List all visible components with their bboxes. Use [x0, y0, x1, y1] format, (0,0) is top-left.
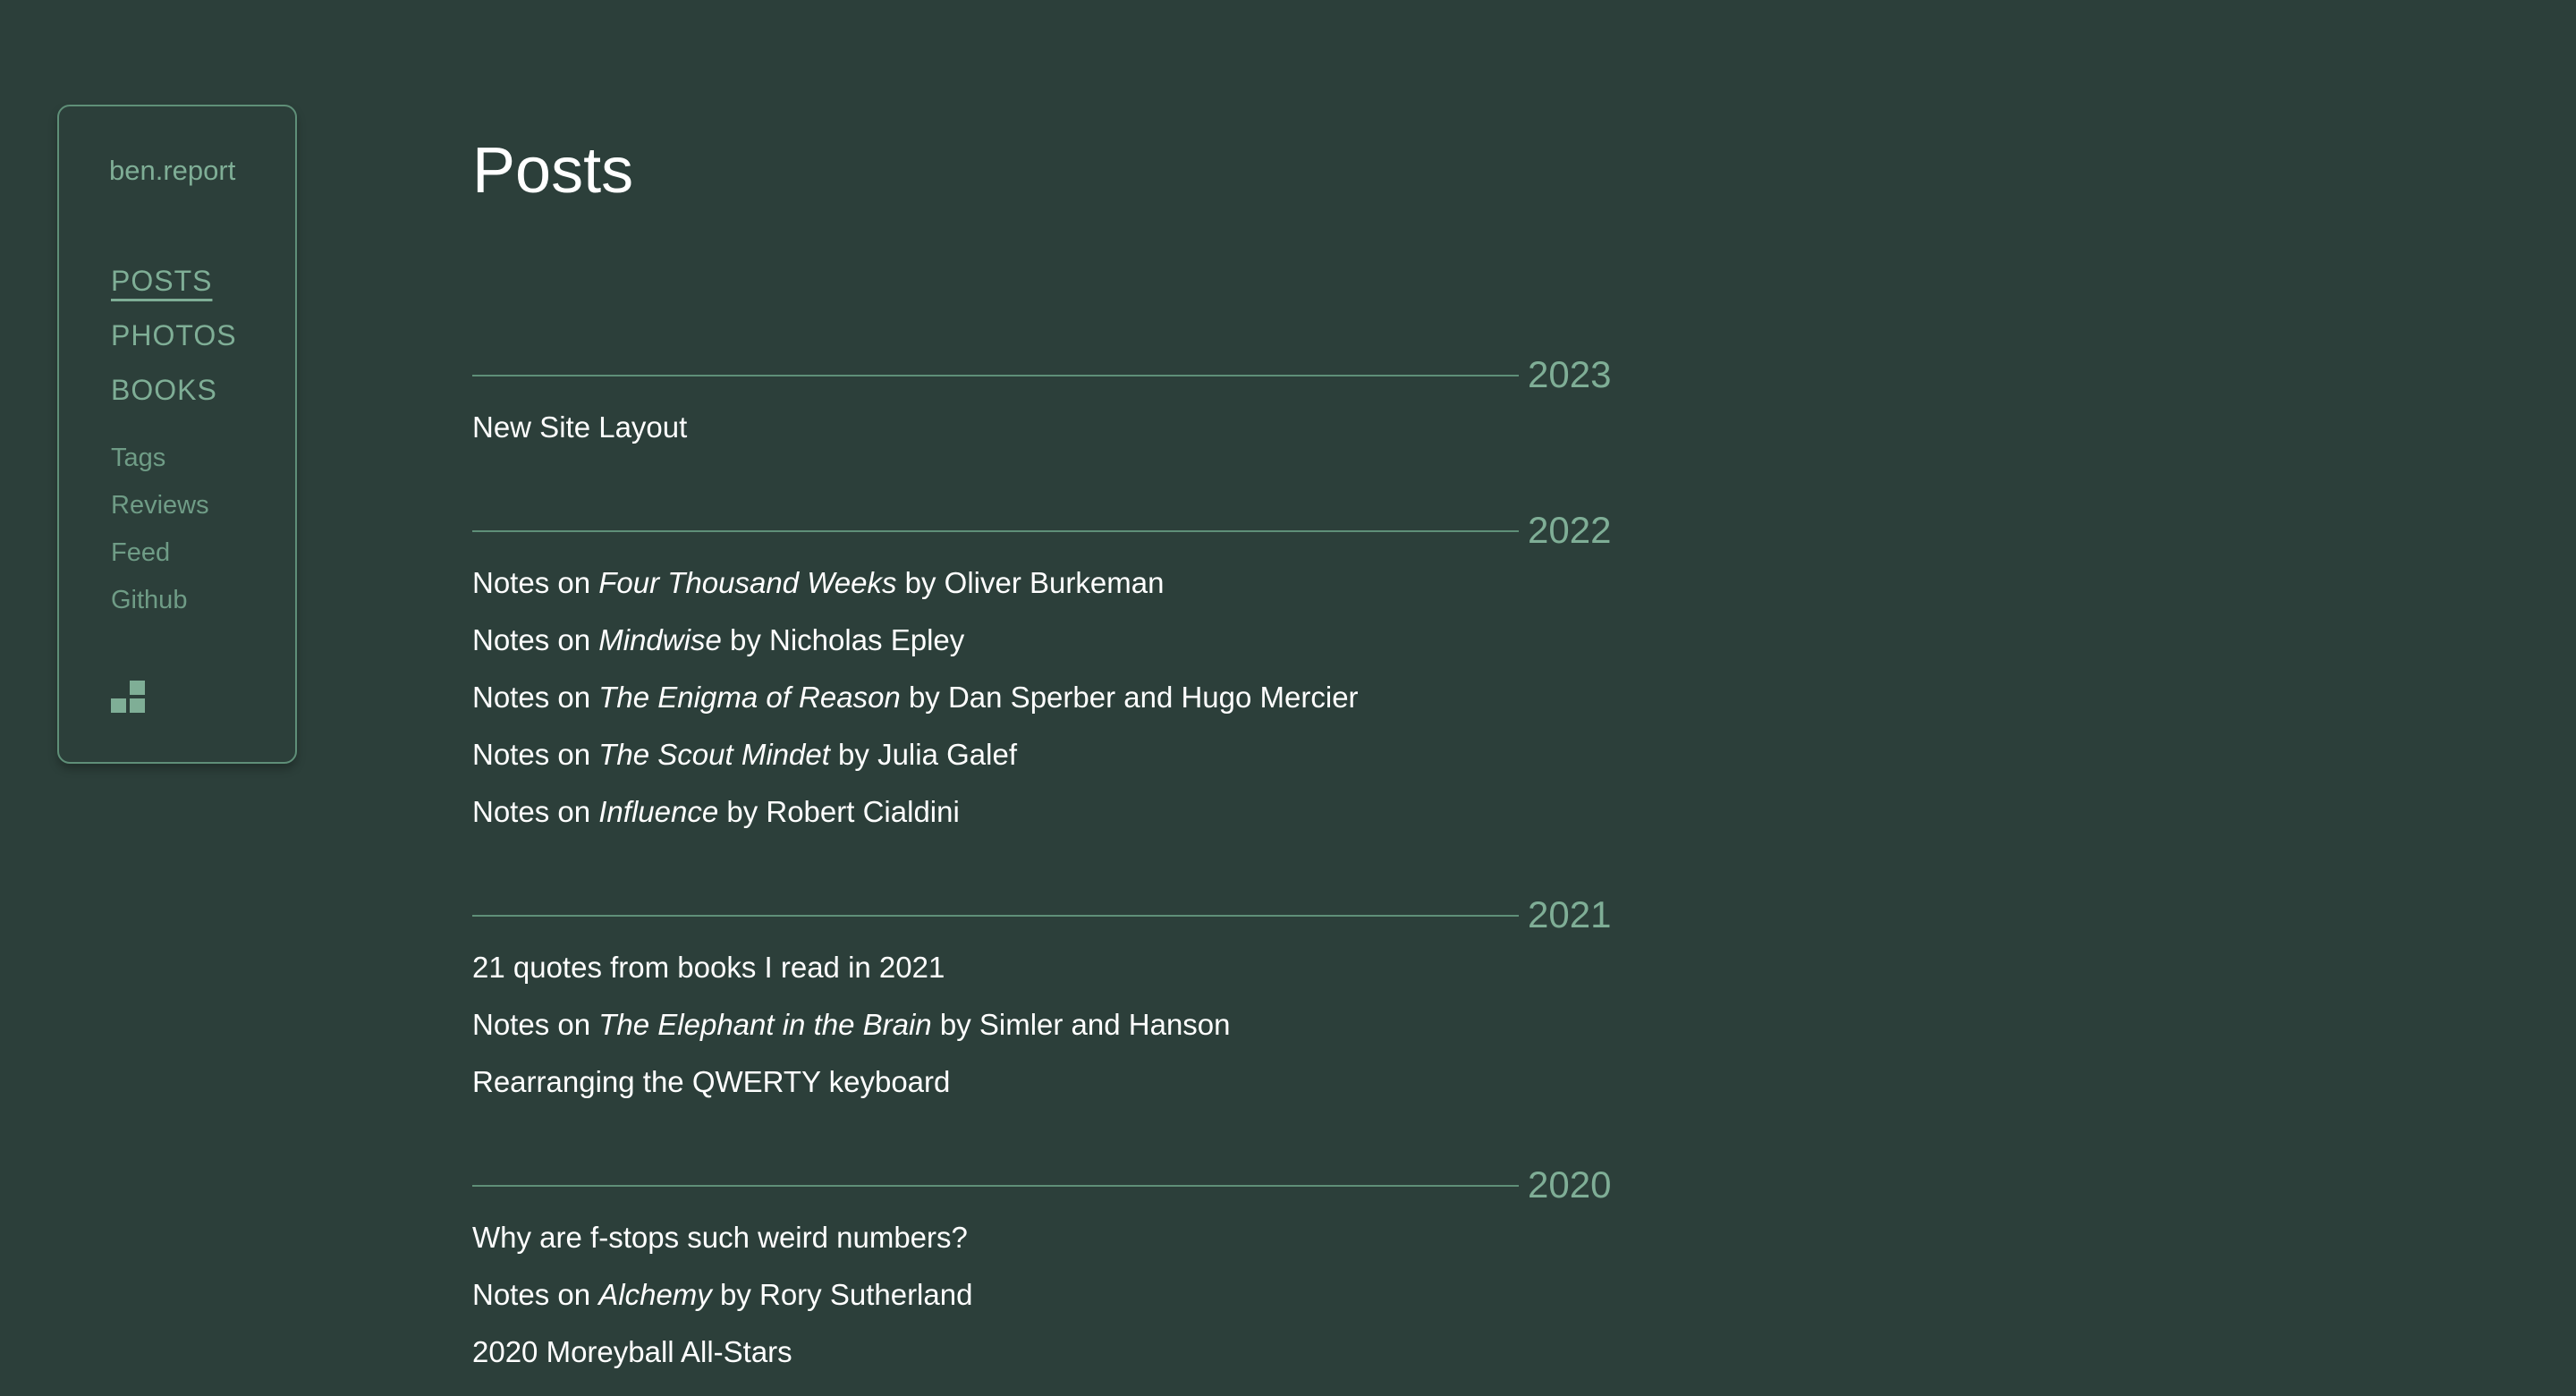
year-divider	[472, 1185, 1519, 1187]
year-divider	[472, 915, 1519, 917]
post-link[interactable]: Notes on Influence by Robert Cialdini	[472, 795, 960, 828]
nav-reviews-link[interactable]: Reviews	[111, 491, 209, 520]
nav-tags-link[interactable]: Tags	[111, 444, 209, 472]
post-link[interactable]: Notes on Four Thousand Weeks by Oliver B…	[472, 566, 1164, 599]
page-title: Posts	[472, 135, 634, 207]
post-link[interactable]: New Site Layout	[472, 410, 687, 444]
sidebar: ben.report POSTS PHOTOS BOOKS Tags Revie…	[57, 105, 297, 764]
post-item[interactable]: Notes on Four Thousand Weeks by Oliver B…	[472, 565, 1359, 622]
post-item[interactable]: 2020 Moreyball All-Stars	[472, 1334, 972, 1392]
nav-feed-link[interactable]: Feed	[111, 538, 209, 567]
secondary-nav: Tags Reviews Feed Github	[111, 444, 209, 614]
post-list: Why are f-stops such weird numbers? Note…	[472, 1220, 972, 1392]
year-header: 2021	[472, 894, 1617, 935]
post-link[interactable]: 21 quotes from books I read in 2021	[472, 951, 945, 984]
post-item[interactable]: Notes on Influence by Robert Cialdini	[472, 794, 1359, 851]
post-link[interactable]: Notes on The Scout Mindet by Julia Galef	[472, 738, 1017, 771]
post-link[interactable]: Notes on The Enigma of Reason by Dan Spe…	[472, 681, 1359, 714]
site-brand[interactable]: ben.report	[109, 155, 235, 187]
post-item[interactable]: New Site Layout	[472, 410, 687, 467]
nav-books-link[interactable]: BOOKS	[111, 375, 237, 406]
post-item[interactable]: 21 quotes from books I read in 2021	[472, 950, 1231, 1007]
post-item[interactable]: Why are f-stops such weird numbers?	[472, 1220, 972, 1277]
nav-photos-link[interactable]: PHOTOS	[111, 320, 237, 351]
post-item[interactable]: Notes on Mindwise by Nicholas Epley	[472, 622, 1359, 680]
year-label: 2023	[1528, 353, 1612, 395]
year-label: 2022	[1528, 509, 1612, 551]
post-link[interactable]: Notes on The Elephant in the Brain by Si…	[472, 1008, 1231, 1041]
stacked-blocks-icon[interactable]	[111, 679, 147, 715]
year-label: 2020	[1528, 1163, 1612, 1206]
post-link[interactable]: Rearranging the QWERTY keyboard	[472, 1065, 950, 1098]
post-item[interactable]: Notes on The Scout Mindet by Julia Galef	[472, 737, 1359, 794]
post-link[interactable]: Why are f-stops such weird numbers?	[472, 1221, 968, 1254]
year-divider	[472, 530, 1519, 532]
post-item[interactable]: Notes on The Elephant in the Brain by Si…	[472, 1007, 1231, 1064]
post-item[interactable]: Notes on Alchemy by Rory Sutherland	[472, 1277, 972, 1334]
nav-posts-link[interactable]: POSTS	[111, 266, 237, 297]
post-list: New Site Layout	[472, 410, 687, 467]
post-item[interactable]: Notes on The Enigma of Reason by Dan Spe…	[472, 680, 1359, 737]
post-list: 21 quotes from books I read in 2021 Note…	[472, 950, 1231, 1121]
post-link[interactable]: Notes on Mindwise by Nicholas Epley	[472, 623, 964, 656]
year-header: 2020	[472, 1164, 1617, 1206]
year-label: 2021	[1528, 893, 1612, 935]
nav-github-link[interactable]: Github	[111, 586, 209, 614]
post-list: Notes on Four Thousand Weeks by Oliver B…	[472, 565, 1359, 851]
year-header: 2022	[472, 510, 1617, 551]
post-item[interactable]: Rearranging the QWERTY keyboard	[472, 1064, 1231, 1121]
year-divider	[472, 375, 1519, 376]
post-link[interactable]: 2020 Moreyball All-Stars	[472, 1335, 792, 1368]
post-link[interactable]: Notes on Alchemy by Rory Sutherland	[472, 1278, 972, 1311]
year-header: 2023	[472, 354, 1617, 395]
main-nav: POSTS PHOTOS BOOKS	[111, 266, 237, 406]
